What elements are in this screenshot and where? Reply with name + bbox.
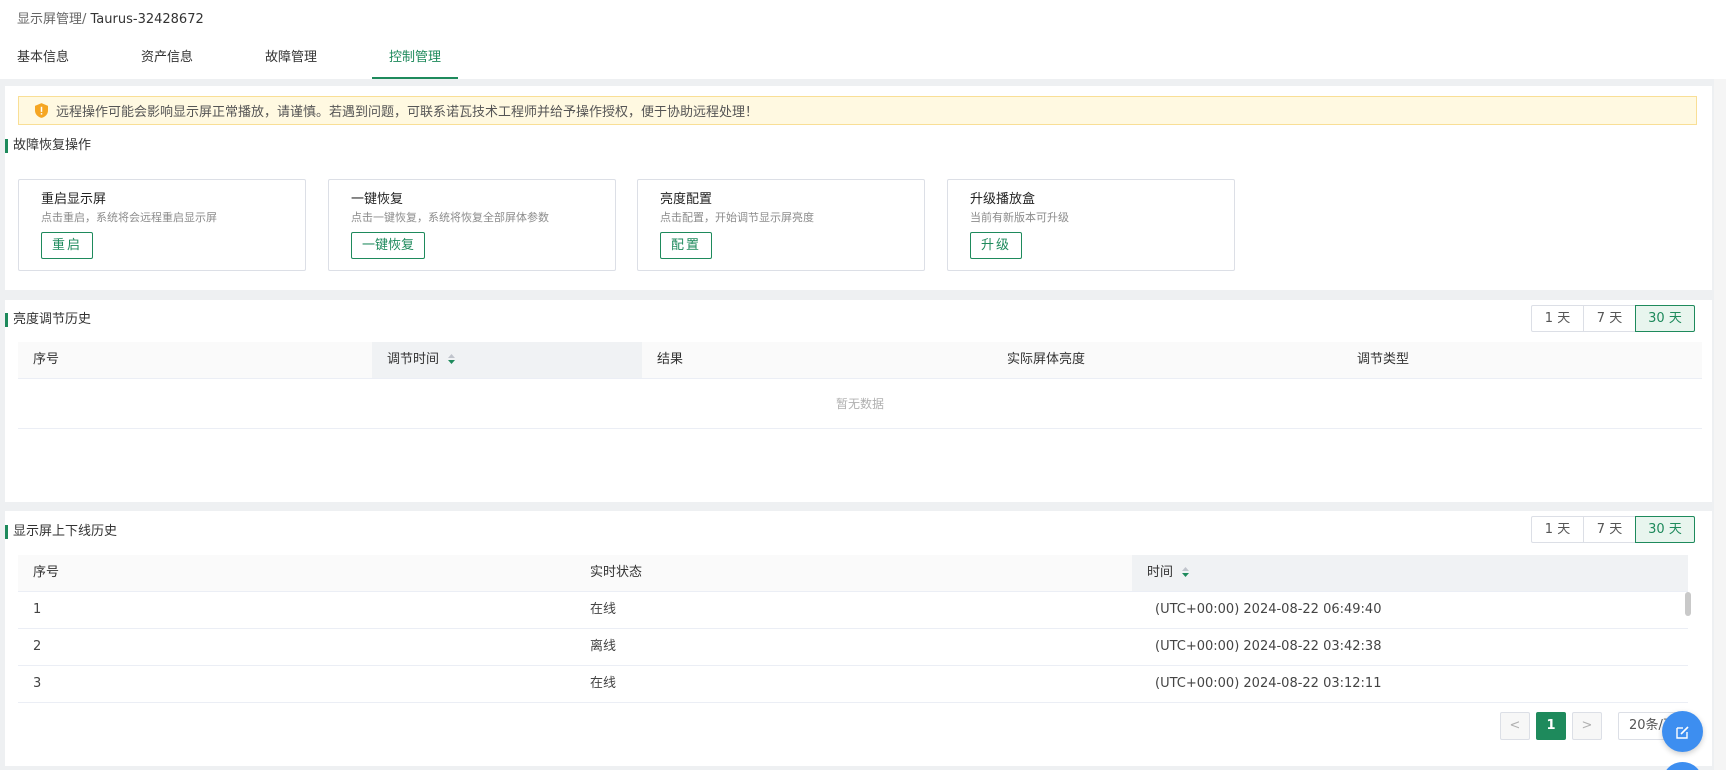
row-time: (UTC+00:00) 2024-08-22 03:42:38	[1155, 639, 1382, 654]
op-brightness-config: 亮度配置 点击配置，开始调节显示屏亮度 配置	[637, 179, 925, 271]
online-range-selector: 1 天 7 天 30 天	[1531, 516, 1695, 543]
page-header: 显示屏管理/ Taurus-32428672 基本信息 资产信息 故障管理 控制…	[0, 0, 1726, 79]
feedback-fab[interactable]	[1662, 711, 1703, 752]
column-header-index: 序号	[33, 352, 60, 367]
table-header: 序号 实时状态 时间	[18, 555, 1688, 592]
op-one-click-restore: 一键恢复 点击一键恢复，系统将恢复全部屏体参数 一键恢复	[328, 179, 616, 271]
breadcrumb-current: Taurus-32428672	[86, 12, 204, 27]
column-header-actual-brightness: 实际屏体亮度	[1007, 352, 1086, 367]
column-header-adjust-time[interactable]: 调节时间	[372, 342, 642, 378]
tab-basic-info[interactable]: 基本信息	[0, 46, 86, 79]
column-header-adjust-type: 调节类型	[1357, 352, 1410, 367]
column-header-index: 序号	[33, 565, 60, 580]
brightness-section-title: 亮度调节历史	[5, 312, 91, 328]
row-status: 在线	[590, 676, 617, 691]
tab-control-management[interactable]: 控制管理	[372, 46, 459, 79]
online-section-title: 显示屏上下线历史	[5, 524, 117, 540]
table-header: 序号 调节时间 结果 实际屏体亮度 调节类型	[18, 342, 1702, 379]
row-time: (UTC+00:00) 2024-08-22 06:49:40	[1155, 602, 1382, 617]
op-desc: 点击配置，开始调节显示屏亮度	[660, 211, 814, 224]
recovery-section-title: 故障恢复操作	[5, 138, 91, 154]
column-header-label: 时间	[1147, 565, 1174, 580]
column-header-label: 调节时间	[387, 352, 440, 367]
brightness-history-card: 亮度调节历史 1 天 7 天 30 天 序号 调节时间 结果 实际屏体亮度 调节…	[5, 300, 1712, 502]
warning-notice: 远程操作可能会影响显示屏正常播放，请谨慎。若遇到问题，可联系诺瓦技术工程师并给予…	[18, 96, 1697, 125]
row-index: 1	[33, 602, 42, 617]
row-status: 在线	[590, 602, 617, 617]
prev-page-button[interactable]: <	[1500, 712, 1530, 740]
online-history-card: 显示屏上下线历史 1 天 7 天 30 天 序号 实时状态 时间 1 在线 (U…	[5, 511, 1712, 766]
row-index: 3	[33, 676, 42, 691]
sort-icon[interactable]	[448, 353, 456, 364]
one-click-restore-button[interactable]: 一键恢复	[351, 232, 426, 259]
column-header-time[interactable]: 时间	[1132, 555, 1688, 591]
op-title: 一键恢复	[351, 192, 404, 207]
edit-icon	[1675, 725, 1689, 739]
range-7-day-button[interactable]: 7 天	[1583, 516, 1636, 543]
configure-button[interactable]: 配置	[660, 232, 713, 259]
tab-bar: 基本信息 资产信息 故障管理 控制管理	[0, 46, 496, 79]
empty-state-text: 暂无数据	[18, 379, 1702, 429]
row-index: 2	[33, 639, 42, 654]
op-desc: 点击一键恢复，系统将恢复全部屏体参数	[351, 211, 549, 224]
op-restart: 重启显示屏 点击重启，系统将会远程重启显示屏 重启	[18, 179, 306, 271]
table-scrollbar-thumb[interactable]	[1685, 592, 1691, 616]
sort-icon[interactable]	[1182, 566, 1190, 577]
tab-asset-info[interactable]: 资产信息	[124, 46, 210, 79]
op-title: 亮度配置	[660, 192, 713, 207]
recovery-card: 远程操作可能会影响显示屏正常播放，请谨慎。若遇到问题，可联系诺瓦技术工程师并给予…	[5, 86, 1712, 290]
column-header-status: 实时状态	[590, 565, 643, 580]
op-upgrade-player: 升级播放盒 当前有新版本可升级 升级	[947, 179, 1235, 271]
range-30-day-button[interactable]: 30 天	[1635, 516, 1695, 543]
op-title: 升级播放盒	[970, 192, 1036, 207]
column-header-result: 结果	[657, 352, 684, 367]
brightness-range-selector: 1 天 7 天 30 天	[1531, 305, 1695, 332]
upgrade-button[interactable]: 升级	[970, 232, 1023, 259]
row-time: (UTC+00:00) 2024-08-22 03:12:11	[1155, 676, 1382, 691]
page-number-current[interactable]: 1	[1536, 712, 1566, 740]
breadcrumb: 显示屏管理/ Taurus-32428672	[17, 8, 204, 27]
table-row: 1 在线 (UTC+00:00) 2024-08-22 06:49:40	[18, 592, 1688, 629]
shield-warning-icon	[35, 103, 48, 118]
range-1-day-button[interactable]: 1 天	[1531, 516, 1584, 543]
brightness-table: 序号 调节时间 结果 实际屏体亮度 调节类型 暂无数据	[18, 342, 1702, 429]
warning-notice-text: 远程操作可能会影响显示屏正常播放，请谨慎。若遇到问题，可联系诺瓦技术工程师并给予…	[56, 105, 759, 120]
page-scrollbar[interactable]	[1714, 79, 1726, 770]
range-7-day-button[interactable]: 7 天	[1583, 305, 1636, 332]
online-history-table: 序号 实时状态 时间 1 在线 (UTC+00:00) 2024-08-22 0…	[18, 555, 1688, 703]
table-row: 3 在线 (UTC+00:00) 2024-08-22 03:12:11	[18, 666, 1688, 703]
restart-button[interactable]: 重启	[41, 232, 94, 259]
next-page-button[interactable]: >	[1572, 712, 1602, 740]
table-scrollbar[interactable]	[1683, 575, 1692, 695]
row-status: 离线	[590, 639, 617, 654]
table-row: 2 离线 (UTC+00:00) 2024-08-22 03:42:38	[18, 629, 1688, 666]
op-desc: 点击重启，系统将会远程重启显示屏	[41, 211, 217, 224]
breadcrumb-parent[interactable]: 显示屏管理/	[17, 12, 86, 27]
op-desc: 当前有新版本可升级	[970, 211, 1069, 224]
tab-fault-management[interactable]: 故障管理	[248, 46, 334, 79]
range-1-day-button[interactable]: 1 天	[1531, 305, 1584, 332]
op-title: 重启显示屏	[41, 192, 107, 207]
range-30-day-button[interactable]: 30 天	[1635, 305, 1695, 332]
